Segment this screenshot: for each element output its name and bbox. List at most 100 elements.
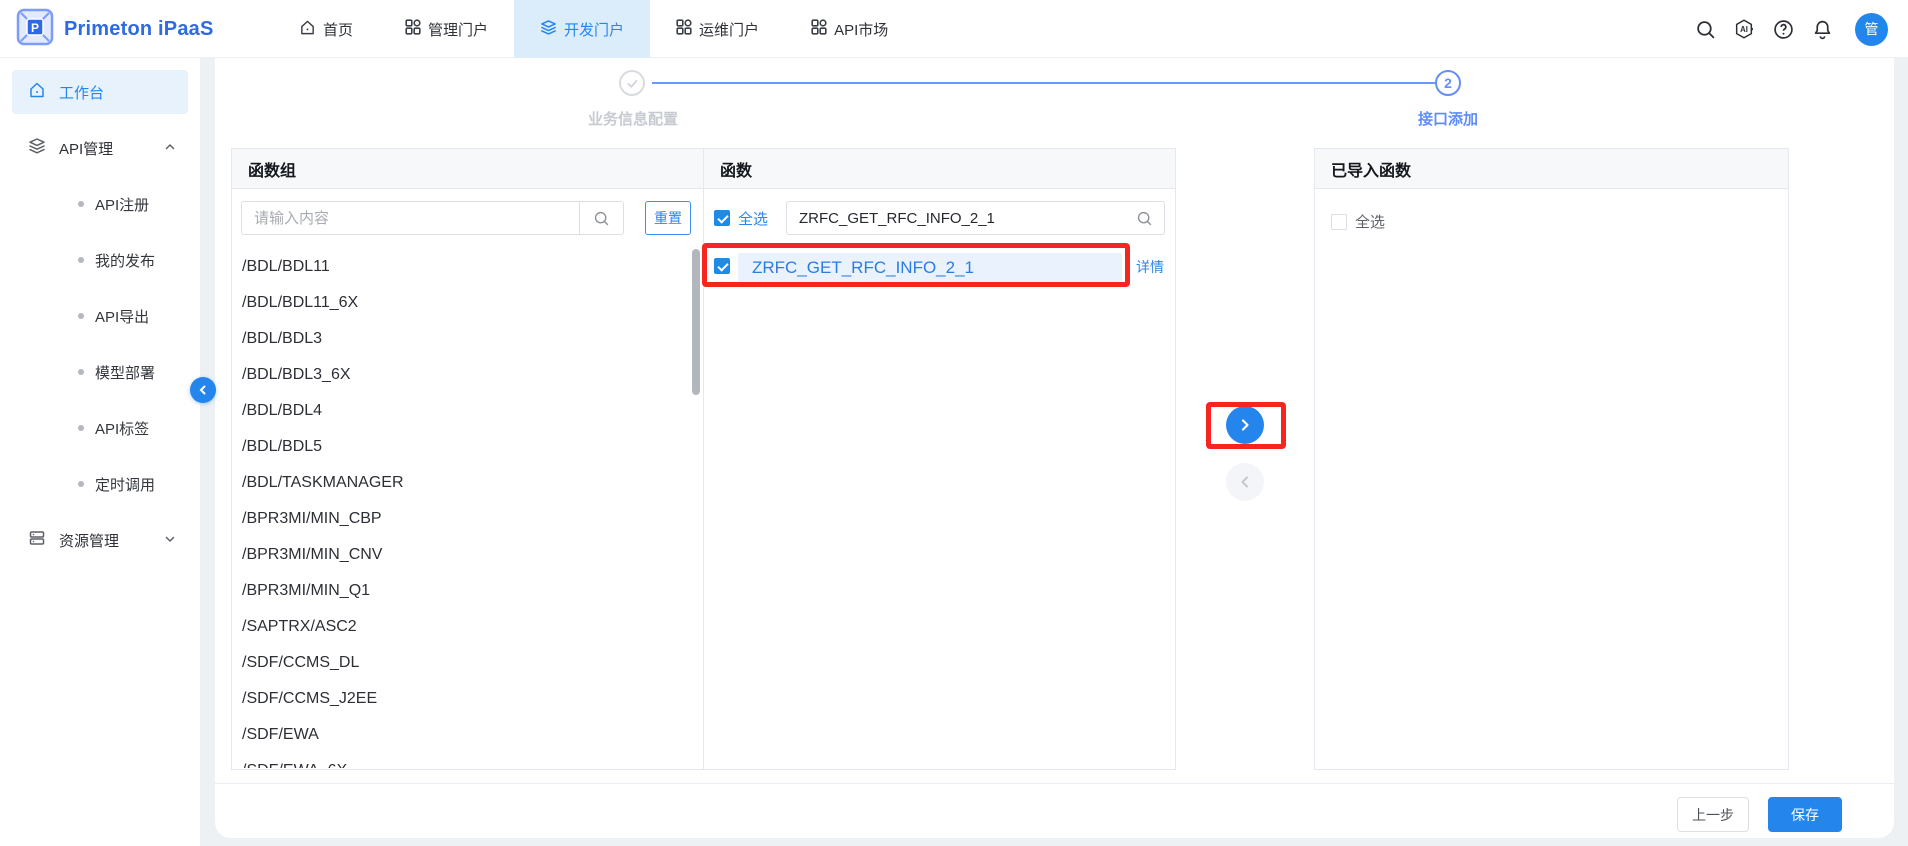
function-group-list-item[interactable]: /SDF/EWA_6X	[232, 753, 692, 768]
grid-icon	[676, 19, 692, 39]
grid-icon	[811, 19, 827, 39]
function-row-selected[interactable]: ZRFC_GET_RFC_INFO_2_1	[738, 253, 1122, 283]
topnav-label: API市场	[834, 19, 888, 40]
function-row: ZRFC_GET_RFC_INFO_2_1 详情	[704, 249, 1175, 285]
move-right-button[interactable]	[1226, 406, 1264, 444]
step2-circle-active: 2	[1435, 70, 1461, 96]
function-group-list-item[interactable]: /SDF/CCMS_DL	[232, 645, 692, 681]
topbar: P Primeton iPaaS 首页 管理门户 开发门户 运维门户	[0, 0, 1908, 58]
function-group-list-item[interactable]: /BDL/TASKMANAGER	[232, 465, 692, 501]
sidebar-api-submenu: API注册 我的发布 API导出 模型部署	[0, 182, 200, 506]
user-avatar[interactable]: 管	[1855, 13, 1888, 46]
brand[interactable]: P Primeton iPaaS	[16, 0, 214, 58]
topnav-item-admin-portal[interactable]: 管理门户	[379, 0, 514, 58]
bullet-dot-icon	[78, 257, 84, 263]
function-detail-link[interactable]: 详情	[1136, 257, 1164, 277]
sidebar-subitem[interactable]: API导出	[12, 294, 188, 338]
sidebar: 工作台 API管理 API注册 我的发布 API导出	[0, 58, 200, 846]
function-group-search-row: 重置	[241, 201, 691, 235]
function-group-list-item[interactable]: /BDL/BDL3	[232, 321, 692, 357]
function-group-section: 函数组 重置 /BDL/BDL11 /BDL/BDL11_6X /BDL/	[232, 149, 703, 769]
help-icon[interactable]	[1772, 18, 1794, 40]
ai-assistant-icon[interactable]: AI	[1733, 18, 1755, 40]
sidebar-item-resource-management[interactable]: 资源管理	[12, 518, 188, 562]
sidebar-subitem-label: 定时调用	[95, 474, 155, 495]
save-button[interactable]: 保存	[1768, 797, 1842, 832]
home-icon	[28, 81, 46, 103]
topnav-item-dev-portal[interactable]: 开发门户	[514, 0, 650, 58]
function-section: 函数 全选 ZRFC_GET_RFC_INFO_2_1 详情	[703, 149, 1175, 769]
function-panel-title: 函数	[704, 149, 1175, 189]
search-icon[interactable]	[1124, 202, 1164, 234]
function-group-list-item[interactable]: /SAPTRX/ASC2	[232, 609, 692, 645]
transfer-source-panel: 函数组 重置 /BDL/BDL11 /BDL/BDL11_6X /BDL/	[231, 148, 1176, 770]
function-group-list-item[interactable]: /BDL/BDL3_6X	[232, 357, 692, 393]
footer-divider	[215, 783, 1894, 784]
imported-select-all-checkbox[interactable]	[1331, 214, 1347, 230]
sidebar-subitem[interactable]: API注册	[12, 182, 188, 226]
layers-icon	[28, 137, 46, 159]
topnav-label: 首页	[323, 19, 353, 40]
function-group-list-item[interactable]: /BPR3MI/MIN_Q1	[232, 573, 692, 609]
topnav-label: 开发门户	[564, 19, 624, 40]
topnav-label: 管理门户	[428, 19, 488, 40]
sidebar-collapse-button[interactable]	[190, 377, 216, 403]
step1-label: 业务信息配置	[533, 108, 733, 129]
function-group-search	[241, 201, 624, 235]
check-icon	[626, 77, 639, 90]
bullet-dot-icon	[78, 313, 84, 319]
step1-circle-done	[619, 70, 645, 96]
function-group-list-item[interactable]: /BDL/BDL11	[232, 249, 692, 285]
chevron-left-icon	[197, 384, 209, 396]
layers-icon	[540, 19, 557, 40]
topnav-item-ops-portal[interactable]: 运维门户	[650, 0, 785, 58]
function-row-checkbox[interactable]	[714, 258, 730, 274]
sidebar-subitem-label: API导出	[95, 306, 149, 327]
function-group-panel-title: 函数组	[232, 149, 703, 189]
search-icon[interactable]	[1694, 18, 1716, 40]
function-group-list-item[interactable]: /BPR3MI/MIN_CNV	[232, 537, 692, 573]
function-search-input[interactable]	[787, 202, 1124, 234]
function-group-list-item[interactable]: /SDF/CCMS_J2EE	[232, 681, 692, 717]
sidebar-subitem[interactable]: 模型部署	[12, 350, 188, 394]
imported-panel-title: 已导入函数	[1315, 149, 1788, 189]
reset-button[interactable]: 重置	[645, 201, 691, 235]
select-all-label: 全选	[738, 208, 768, 229]
resource-icon	[28, 529, 46, 551]
imported-functions-panel: 已导入函数 全选	[1314, 148, 1789, 770]
function-search	[786, 201, 1165, 235]
previous-step-button[interactable]: 上一步	[1677, 797, 1749, 832]
function-group-search-input[interactable]	[242, 202, 579, 234]
sidebar-subitem[interactable]: API标签	[12, 406, 188, 450]
brand-logo-icon: P	[16, 8, 54, 51]
function-group-list-item[interactable]: /BDL/BDL5	[232, 429, 692, 465]
sidebar-subitem-label: API注册	[95, 194, 149, 215]
topbar-actions: AI 管	[1694, 0, 1888, 58]
topnav-item-home[interactable]: 首页	[273, 0, 379, 58]
imported-select-all-label: 全选	[1355, 211, 1385, 232]
sidebar-item-label: 资源管理	[59, 530, 119, 551]
brand-name: Primeton iPaaS	[64, 18, 214, 41]
chevron-right-icon	[1238, 418, 1252, 432]
function-group-list-item[interactable]: /BPR3MI/MIN_CBP	[232, 501, 692, 537]
function-controls-row: 全选	[714, 201, 1165, 235]
topnav-item-api-market[interactable]: API市场	[785, 0, 914, 58]
search-icon[interactable]	[579, 202, 623, 234]
bullet-dot-icon	[78, 481, 84, 487]
main-content: 2 业务信息配置 接口添加 函数组 重置 /BDL/BDL11	[215, 58, 1894, 838]
move-left-button[interactable]	[1226, 463, 1264, 501]
sidebar-subitem[interactable]: 定时调用	[12, 462, 188, 506]
function-group-list-item[interactable]: /SDF/EWA	[232, 717, 692, 753]
sidebar-subitem-label: API标签	[95, 418, 149, 439]
function-group-list-item[interactable]: /BDL/BDL4	[232, 393, 692, 429]
function-group-list-item[interactable]: /BDL/BDL11_6X	[232, 285, 692, 321]
scrollbar-thumb[interactable]	[692, 249, 700, 395]
sidebar-item-api-management[interactable]: API管理	[12, 126, 188, 170]
bell-icon[interactable]	[1811, 18, 1833, 40]
step2-label: 接口添加	[1348, 108, 1548, 129]
sidebar-subitem-label: 模型部署	[95, 362, 155, 383]
select-all-checkbox[interactable]	[714, 210, 730, 226]
sidebar-subitem[interactable]: 我的发布	[12, 238, 188, 282]
home-icon	[299, 19, 316, 40]
sidebar-item-workbench[interactable]: 工作台	[12, 70, 188, 114]
